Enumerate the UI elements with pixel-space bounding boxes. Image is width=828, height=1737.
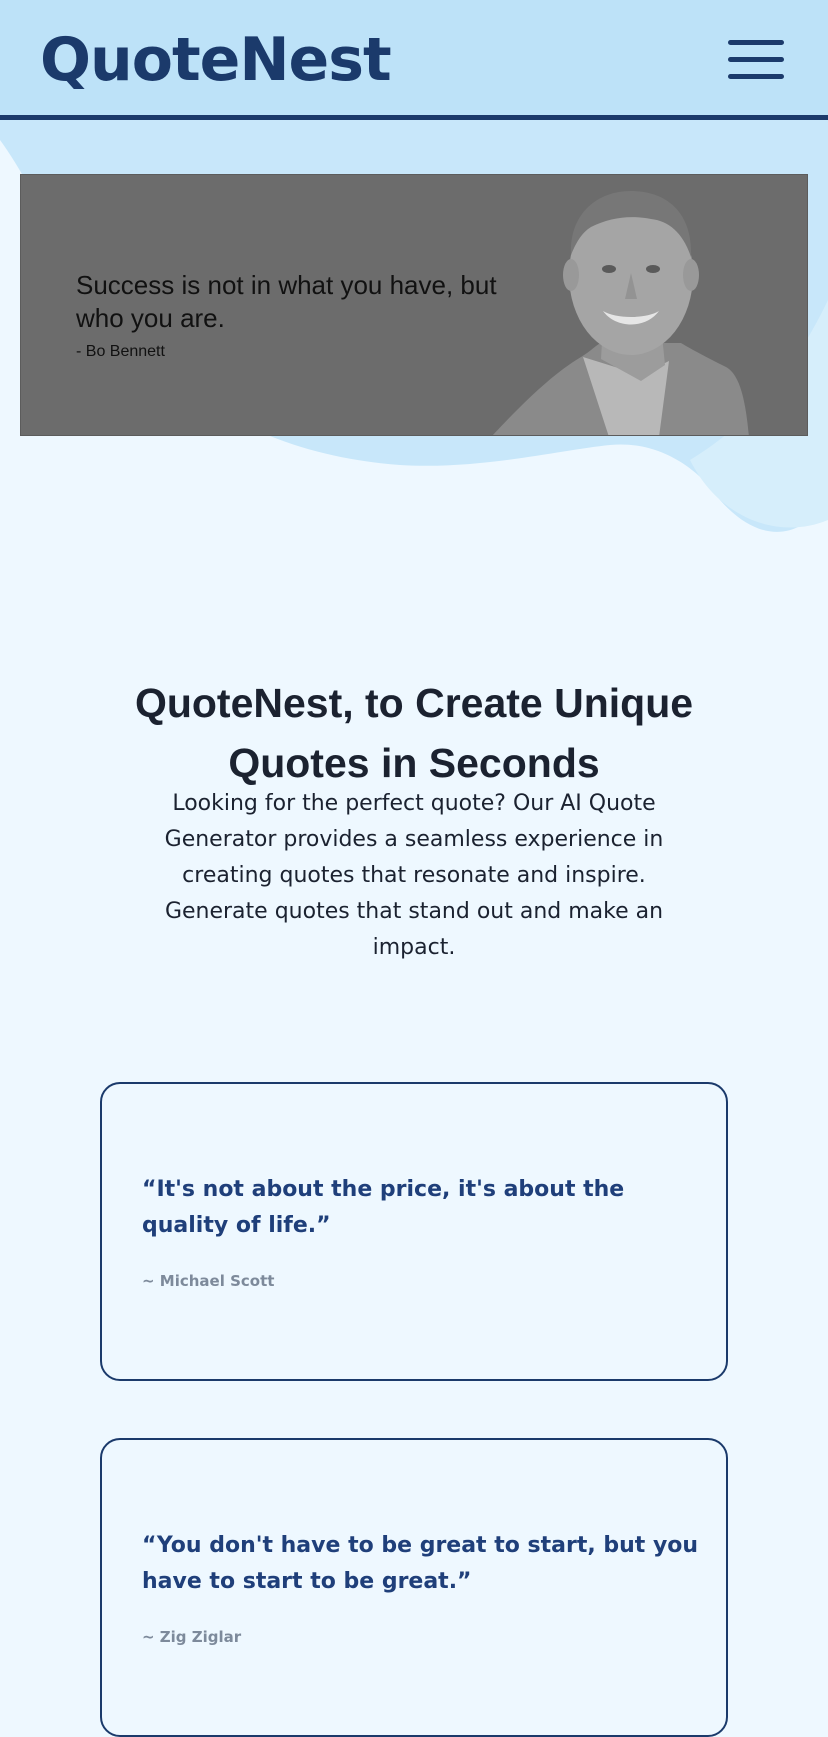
hero-quote-text: Success is not in what you have, but who…: [76, 270, 497, 333]
site-logo[interactable]: QuoteNest: [40, 22, 392, 98]
quote-author: ~ Michael Scott: [142, 1272, 275, 1290]
menu-bar: [728, 57, 784, 62]
quote-author: ~ Zig Ziglar: [142, 1628, 242, 1646]
menu-bar: [728, 40, 784, 45]
quote-text: “You don't have to be great to start, bu…: [142, 1533, 699, 1594]
quote-card[interactable]: “It's not about the price, it's about th…: [100, 1082, 728, 1381]
intro-description: Looking for the perfect quote? Our AI Qu…: [164, 791, 664, 960]
site-header: QuoteNest: [0, 0, 828, 120]
hamburger-menu-icon[interactable]: [728, 40, 784, 80]
menu-bar: [728, 74, 784, 79]
hero-banner: Success is not in what you have, but who…: [20, 174, 808, 436]
hero-quote-author: - Bo Bennett: [76, 343, 165, 360]
quote-text: “It's not about the price, it's about th…: [142, 1177, 625, 1238]
quote-card[interactable]: “You don't have to be great to start, bu…: [100, 1438, 728, 1737]
page-title: QuoteNest, to Create Unique Quotes in Se…: [134, 680, 694, 787]
